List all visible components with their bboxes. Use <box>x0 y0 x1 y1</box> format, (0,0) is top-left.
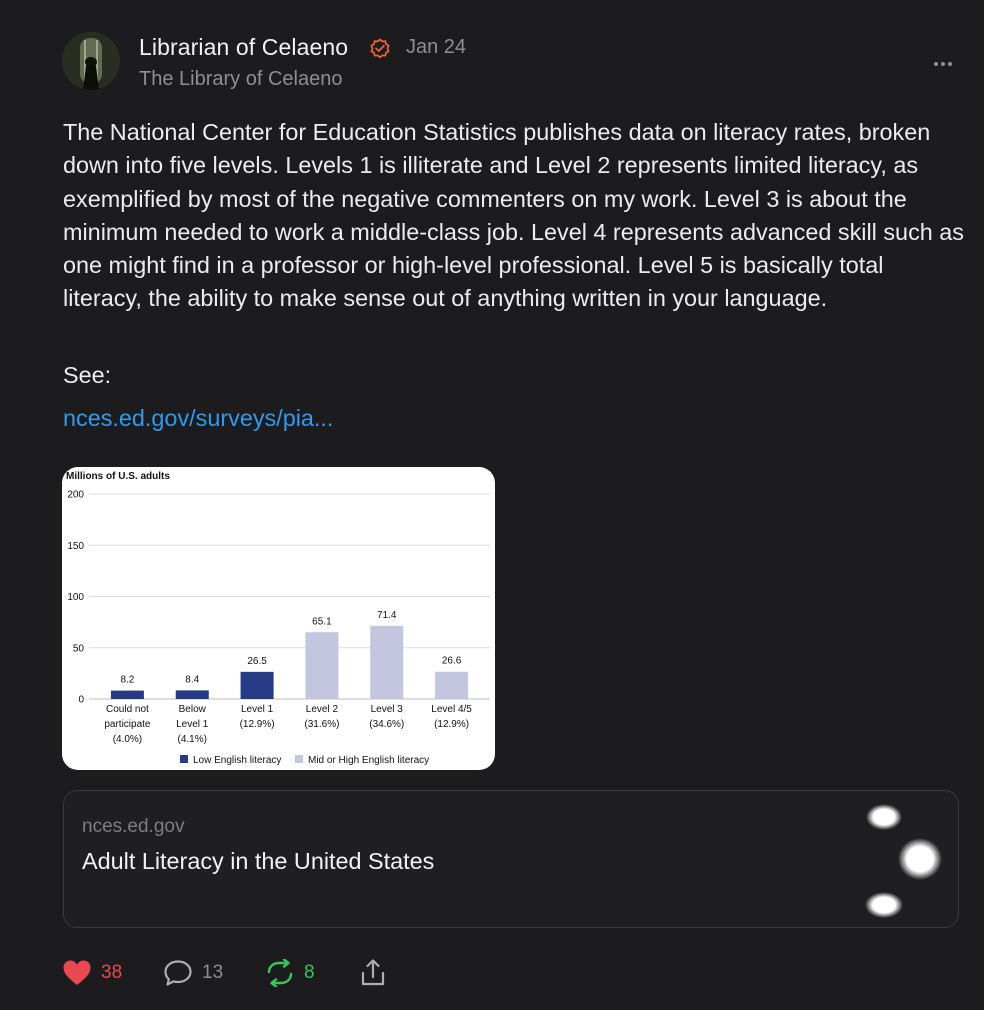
bar <box>370 625 404 699</box>
legend-label: Mid or High English literacy <box>308 755 429 766</box>
repost-icon <box>267 959 293 987</box>
bar-chart: Millions of U.S. adults 0 50 100 150 200 8.2 Co… <box>66 471 490 766</box>
chart-ylabel: Millions of U.S. adults <box>66 471 170 482</box>
x-tick-label: (12.9%) <box>434 719 469 730</box>
y-tick-label: 150 <box>67 541 84 552</box>
y-tick-label: 50 <box>73 643 85 654</box>
legend-label: Low English literacy <box>193 755 281 766</box>
legend-swatch <box>180 755 188 763</box>
verified-icon <box>370 38 390 59</box>
bar-value-label: 71.4 <box>377 610 397 621</box>
bar-value-label: 65.1 <box>312 616 332 627</box>
repost-button[interactable]: 8 <box>265 958 315 988</box>
publication-name[interactable]: The Library of Celaeno <box>139 68 342 91</box>
more-options-button[interactable] <box>928 52 958 76</box>
repost-count: 8 <box>304 962 315 983</box>
x-tick-label: Level 2 <box>306 704 339 715</box>
post-date[interactable]: Jan 24 <box>406 36 466 59</box>
post-link[interactable]: nces.ed.gov/surveys/pia... <box>63 405 333 432</box>
x-tick-label: Level 1 <box>241 704 274 715</box>
comment-icon <box>164 960 192 986</box>
x-tick-label: (31.6%) <box>304 719 339 730</box>
bar-value-label: 8.4 <box>185 674 199 685</box>
avatar[interactable] <box>62 32 120 90</box>
x-tick-label: (12.9%) <box>240 719 275 730</box>
like-count: 38 <box>101 962 123 983</box>
comment-button[interactable]: 13 <box>163 958 223 988</box>
y-tick-label: 100 <box>67 592 84 603</box>
bar <box>305 632 339 699</box>
bar <box>110 690 144 699</box>
post-body: The National Center for Education Statis… <box>63 119 964 312</box>
x-tick-label: Below <box>179 704 207 715</box>
x-tick-label: (4.1%) <box>178 734 207 745</box>
y-tick-label: 0 <box>78 695 84 706</box>
chart-image[interactable]: Millions of U.S. adults 0 50 100 150 200 8.2 Co… <box>62 467 495 770</box>
avatar-image <box>62 32 120 90</box>
x-tick-label: Level 4/5 <box>431 704 472 715</box>
bar-value-label: 26.5 <box>247 656 267 667</box>
link-thumbnail-icon <box>865 804 942 918</box>
y-tick-label: 200 <box>67 490 84 501</box>
link-title: Adult Literacy in the United States <box>82 848 435 874</box>
bar-value-label: 8.2 <box>120 675 134 686</box>
legend-swatch <box>295 755 303 763</box>
author-name[interactable]: Librarian of Celaeno <box>139 34 348 61</box>
share-button[interactable] <box>358 958 388 988</box>
x-tick-label: Could not <box>106 704 149 715</box>
see-label: See: <box>63 362 112 388</box>
share-icon <box>361 959 385 986</box>
heart-icon <box>63 960 91 985</box>
like-button[interactable]: 38 <box>62 958 122 988</box>
x-tick-label: (34.6%) <box>369 719 404 730</box>
bar <box>435 671 469 699</box>
bar <box>240 671 274 699</box>
bar <box>175 690 209 699</box>
bar-value-label: 26.6 <box>442 656 462 667</box>
link-preview-card[interactable]: nces.ed.gov Adult Literacy in the United… <box>63 790 959 928</box>
comment-count: 13 <box>202 962 224 983</box>
x-tick-label: Level 3 <box>371 704 404 715</box>
x-tick-label: participate <box>104 719 151 730</box>
x-tick-label: (4.0%) <box>113 734 142 745</box>
more-icon <box>934 62 938 66</box>
link-domain: nces.ed.gov <box>82 816 185 837</box>
x-tick-label: Level 1 <box>176 719 209 730</box>
